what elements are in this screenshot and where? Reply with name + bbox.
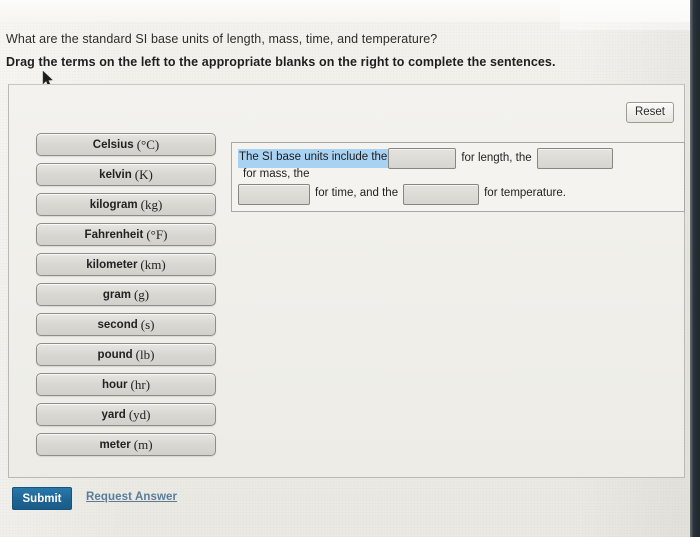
- term-symbol: (K): [134, 166, 153, 182]
- term-kilometer[interactable]: kilometer (km): [36, 253, 216, 276]
- term-label: second: [97, 318, 138, 331]
- question-prompt: What are the standard SI base units of l…: [6, 32, 438, 46]
- term-kelvin[interactable]: kelvin (K): [36, 163, 216, 186]
- question-instruction: Drag the terms on the left to the approp…: [6, 55, 556, 69]
- sentence-drop-area: The SI base units include the for length…: [231, 142, 685, 212]
- term-label: meter: [99, 438, 131, 451]
- term-symbol: (yd): [128, 406, 151, 422]
- screen-bezel-edge: [690, 0, 700, 537]
- sentence-line-1: The SI base units include the for length…: [238, 148, 678, 181]
- term-yard[interactable]: yard (yd): [36, 403, 216, 426]
- term-symbol: (°C): [136, 136, 160, 152]
- term-label: gram: [102, 288, 131, 301]
- request-answer-link[interactable]: Request Answer: [86, 491, 177, 503]
- term-label: hour: [101, 378, 128, 391]
- term-celsius[interactable]: Celsius (°C): [36, 133, 216, 156]
- reset-button[interactable]: Reset: [625, 102, 674, 123]
- blank-length[interactable]: [388, 148, 457, 169]
- term-symbol: (g): [133, 286, 150, 302]
- blank-temperature[interactable]: [403, 183, 480, 205]
- term-kilogram[interactable]: kilogram (kg): [36, 193, 216, 216]
- blank-mass[interactable]: [536, 148, 613, 169]
- term-pound[interactable]: pound (lb): [36, 343, 216, 366]
- sentence-selected-text: The SI base units include the: [238, 149, 389, 168]
- sentence-text-after-blank3: for time, and the: [315, 187, 399, 200]
- term-symbol: (°F): [146, 226, 168, 242]
- sentence-text-after-blank4: for temperature.: [484, 187, 566, 200]
- term-meter[interactable]: meter (m): [36, 433, 216, 456]
- sentence-line-2: for time, and the for temperature.: [238, 183, 678, 205]
- top-right-light-band: [560, 0, 700, 30]
- term-label: kelvin: [99, 168, 132, 181]
- term-symbol: (lb): [135, 346, 155, 362]
- term-fahrenheit[interactable]: Fahrenheit (°F): [36, 223, 216, 246]
- term-bank: Celsius (°C) kelvin (K) kilogram (kg) Fahre…: [36, 133, 216, 463]
- sentence-text-after-blank1: for length, the: [461, 151, 532, 164]
- term-label: kilometer: [86, 258, 138, 271]
- term-symbol: (m): [133, 436, 153, 452]
- term-second[interactable]: second (s): [36, 313, 216, 336]
- term-label: Fahrenheit: [84, 228, 144, 241]
- term-label: Celsius: [92, 138, 134, 151]
- term-symbol: (hr): [130, 376, 151, 392]
- term-hour[interactable]: hour (hr): [36, 373, 216, 396]
- term-label: pound: [97, 348, 133, 361]
- term-label: kilogram: [89, 198, 138, 211]
- answer-panel: Reset Celsius (°C) kelvin (K) kilogram (kg)…: [8, 84, 685, 478]
- term-symbol: (km): [140, 256, 166, 272]
- sentence-text-after-blank2: for mass, the: [243, 168, 310, 180]
- term-symbol: (s): [140, 316, 155, 332]
- submit-button[interactable]: Submit: [12, 487, 72, 510]
- term-symbol: (kg): [140, 196, 163, 212]
- blank-time[interactable]: [238, 183, 310, 205]
- term-gram[interactable]: gram (g): [36, 283, 216, 306]
- term-label: yard: [101, 408, 126, 421]
